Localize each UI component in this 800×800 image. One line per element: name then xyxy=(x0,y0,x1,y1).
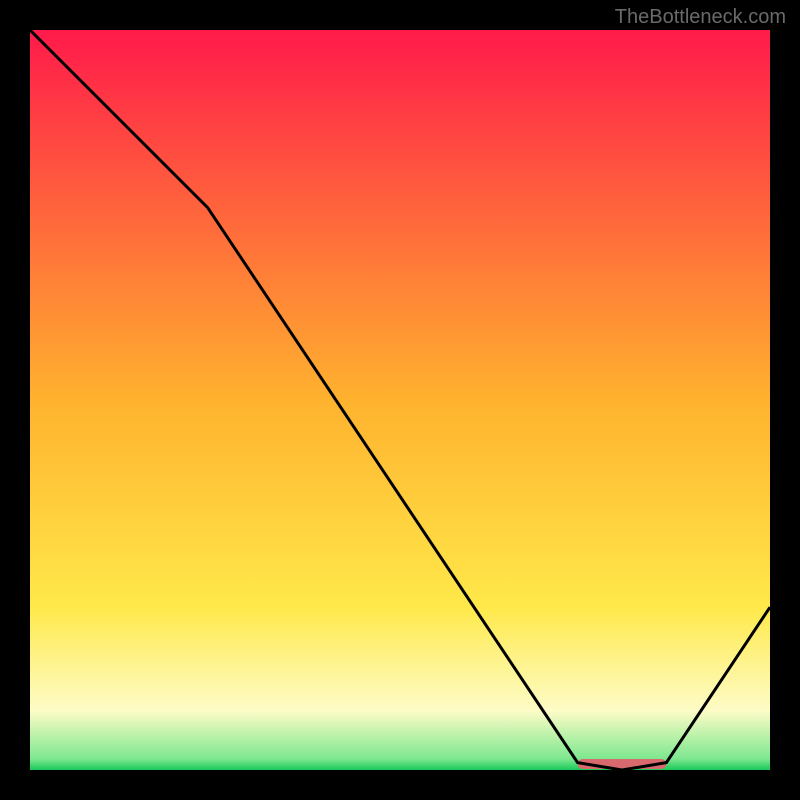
watermark-text: TheBottleneck.com xyxy=(615,6,786,29)
bottleneck-chart xyxy=(30,30,770,770)
chart-plot-area xyxy=(30,30,770,770)
